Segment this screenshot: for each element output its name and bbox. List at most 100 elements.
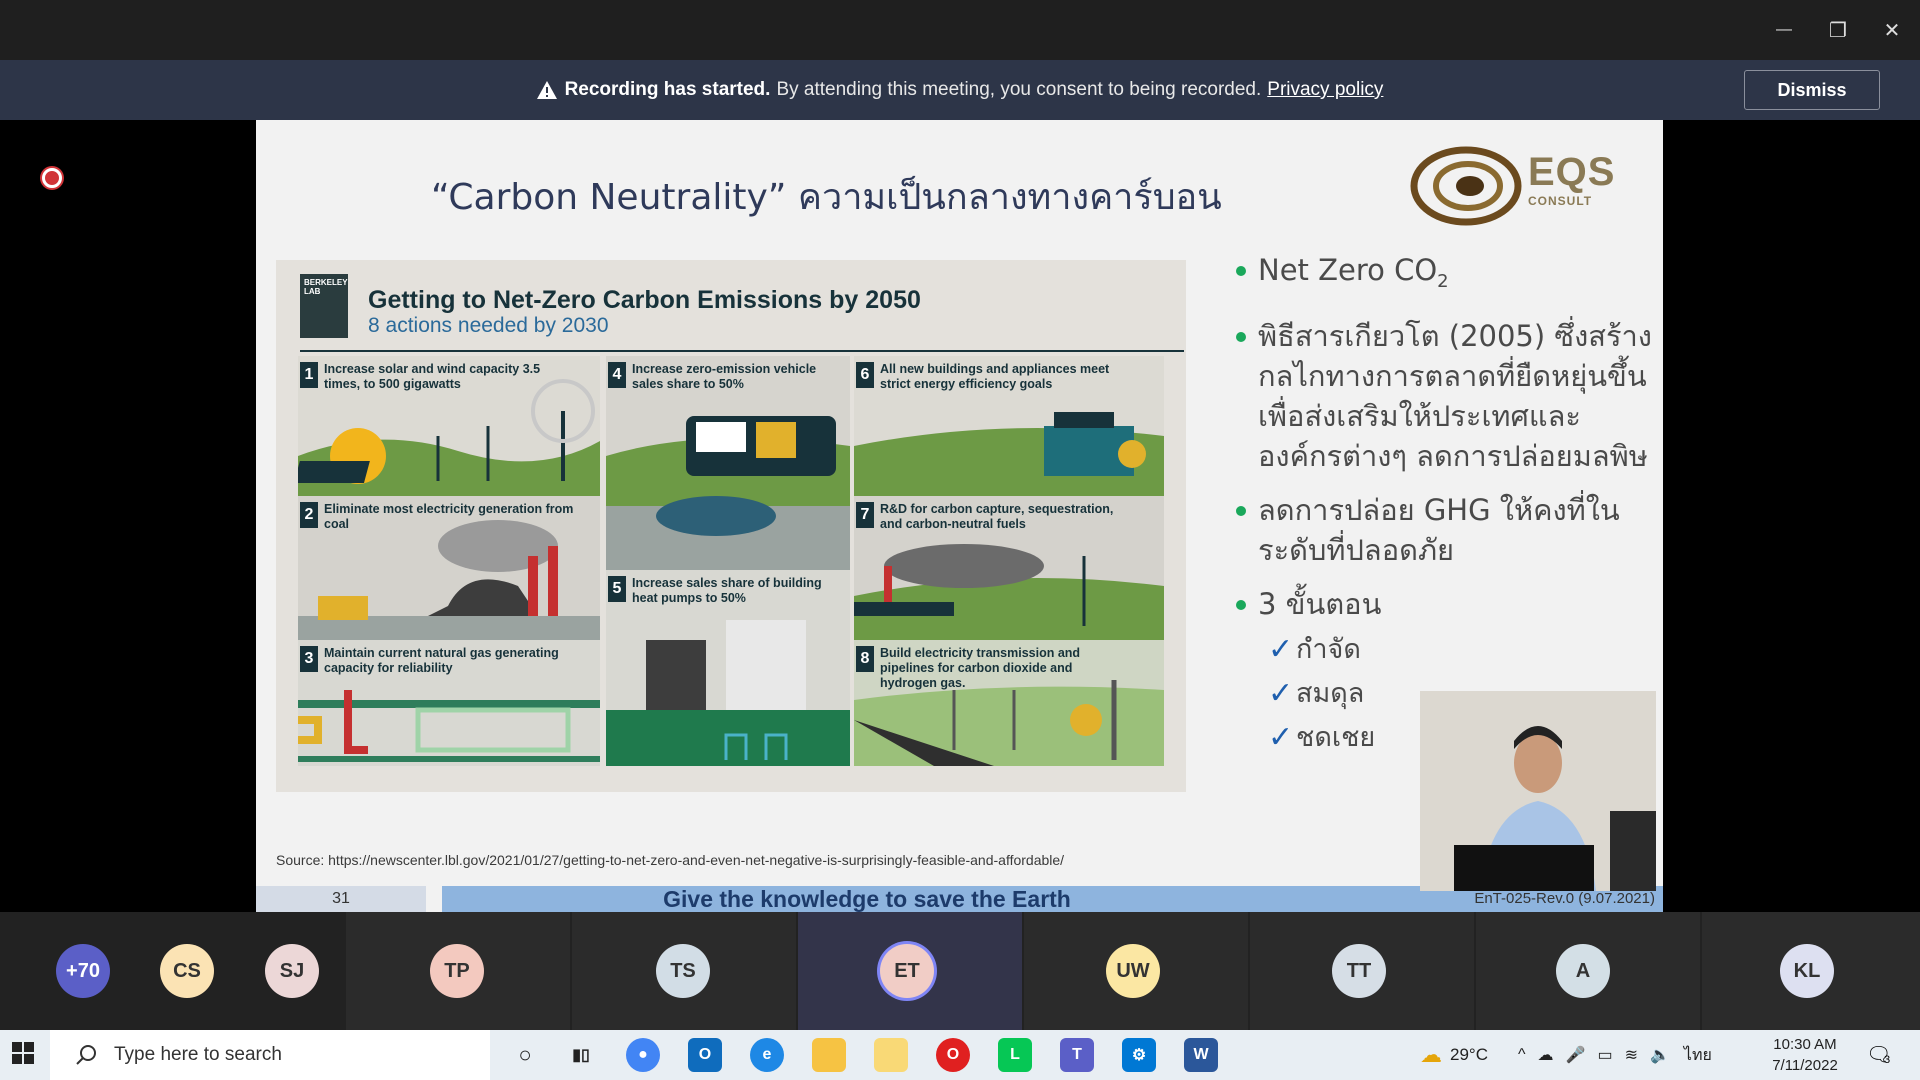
recording-message: By attending this meeting, you consent t… xyxy=(776,79,1262,100)
edge-icon[interactable]: e xyxy=(750,1038,784,1072)
warning-icon xyxy=(536,81,557,99)
action-number: 7 xyxy=(856,502,874,528)
search-placeholder: Type here to search xyxy=(114,1044,282,1065)
bullet-item: 3 ขั้นตอน xyxy=(1236,584,1656,624)
action-text: Maintain current natural gas generating … xyxy=(324,646,559,675)
weather-widget[interactable]: ☁ 29°C xyxy=(1420,1030,1488,1080)
avatar[interactable]: TP xyxy=(430,944,484,998)
berkeley-lab-badge: BERKELEY LAB xyxy=(300,274,348,338)
recording-banner: Recording has started. By attending this… xyxy=(0,60,1920,120)
line-app-icon[interactable]: L xyxy=(998,1038,1032,1072)
clock-time: 10:30 AM xyxy=(1773,1036,1837,1053)
window-titlebar: — ❐ ✕ xyxy=(0,0,1920,60)
bullet-item: Net Zero CO2 xyxy=(1236,250,1656,302)
wifi-icon[interactable]: ≋ xyxy=(1625,1045,1638,1065)
weather-temp: 29°C xyxy=(1450,1045,1488,1064)
chevron-up-icon[interactable]: ^ xyxy=(1518,1046,1526,1064)
avatar[interactable]: KL xyxy=(1780,944,1834,998)
action-number: 5 xyxy=(608,576,626,602)
restore-icon: ❐ xyxy=(1829,19,1847,42)
action-cell-7: 7 R&D for carbon capture, sequestration,… xyxy=(854,496,1164,640)
action-cell-5: 5 Increase sales share of building heat … xyxy=(606,570,850,766)
opera-icon[interactable]: O xyxy=(936,1038,970,1072)
logo-wordmark: EQS xyxy=(1528,150,1616,194)
avatar[interactable]: TT xyxy=(1332,944,1386,998)
action-text: Increase zero-emission vehicle sales sha… xyxy=(632,362,817,391)
bullet-item: พิธีสารเกียวโต (2005) ซึ่งสร้างกลไกทางกา… xyxy=(1236,316,1656,476)
volume-icon[interactable]: 🔈 xyxy=(1650,1045,1670,1065)
minimize-icon: — xyxy=(1776,21,1792,38)
slide-title: “Carbon Neutrality” ความเป็นกลางทางคาร์บ… xyxy=(431,177,1222,218)
action-text: R&D for carbon capture, sequestration, a… xyxy=(880,502,1114,531)
task-view-icon[interactable]: ▮▯ xyxy=(564,1038,598,1072)
windows-taskbar: Type here to search ○ ▮▯ ● O e O L T ⚙ W… xyxy=(0,1030,1920,1080)
avatar[interactable]: TS xyxy=(656,944,710,998)
action-text: Build electricity transmission and pipel… xyxy=(880,646,1081,690)
search-icon xyxy=(76,1045,96,1065)
outlook-icon[interactable]: O xyxy=(688,1038,722,1072)
infographic-title: Getting to Net-Zero Carbon Emissions by … xyxy=(368,286,921,314)
avatar[interactable]: SJ xyxy=(265,944,319,998)
divider xyxy=(300,350,1184,352)
teams-icon[interactable]: T xyxy=(1060,1038,1094,1072)
action-number: 3 xyxy=(300,646,318,672)
infographic-subtitle: 8 actions needed by 2030 xyxy=(368,314,609,337)
windows-logo-icon xyxy=(12,1042,34,1064)
avatar-speaking[interactable]: ET xyxy=(880,944,934,998)
app-icon[interactable]: ⚙ xyxy=(1122,1038,1156,1072)
logo-subtitle: CONSULT xyxy=(1528,194,1593,208)
slide-bullets: Net Zero CO2 พิธีสารเกียวโต (2005) ซึ่งส… xyxy=(1236,250,1656,760)
close-button[interactable]: ✕ xyxy=(1864,0,1920,60)
footer-slogan: Give the knowledge to save the Earth xyxy=(663,885,1071,912)
start-button[interactable] xyxy=(12,1042,38,1068)
minimize-button[interactable]: — xyxy=(1756,0,1812,60)
word-icon[interactable]: W xyxy=(1184,1038,1218,1072)
action-cell-8: 8 Build electricity transmission and pip… xyxy=(854,640,1164,766)
participants-bar: +70 CS SJ TP TS ET UW TT A KL xyxy=(0,912,1920,1030)
action-number: 4 xyxy=(608,362,626,388)
system-tray[interactable]: ^ ☁ 🎤 ▭ ≋ 🔈 ไทย xyxy=(1518,1030,1712,1080)
language-indicator[interactable]: ไทย xyxy=(1684,1043,1712,1068)
recording-indicator-icon xyxy=(42,168,62,188)
action-number: 6 xyxy=(856,362,874,388)
source-citation: Source: https://newscenter.lbl.gov/2021/… xyxy=(276,852,1065,868)
action-cell-4: 4 Increase zero-emission vehicle sales s… xyxy=(606,356,850,570)
action-number: 2 xyxy=(300,502,318,528)
taskbar-search[interactable]: Type here to search xyxy=(50,1030,490,1080)
action-cell-2: 2 Eliminate most electricity generation … xyxy=(298,496,600,640)
clock-date: 7/11/2022 xyxy=(1772,1057,1838,1074)
slide-page-number: 31 xyxy=(256,886,426,912)
action-number: 1 xyxy=(300,362,318,388)
speaker-video[interactable] xyxy=(1420,691,1656,891)
restore-button[interactable]: ❐ xyxy=(1810,0,1866,60)
bullet-item: ลดการปล่อย GHG ให้คงที่ในระดับที่ปลอดภัย xyxy=(1236,490,1656,570)
infographic: BERKELEY LAB Getting to Net-Zero Carbon … xyxy=(276,260,1186,792)
action-text: Increase sales share of building heat pu… xyxy=(632,576,822,605)
files-app-icon[interactable] xyxy=(874,1038,908,1072)
recording-title: Recording has started. xyxy=(564,79,771,100)
revision-label: EnT-025-Rev.0 (9.07.2021) xyxy=(1474,890,1655,907)
action-text: Eliminate most electricity generation fr… xyxy=(324,502,574,531)
speaker-video-feed xyxy=(1420,691,1656,891)
more-participants-avatar[interactable]: +70 xyxy=(56,944,110,998)
cortana-icon[interactable]: ○ xyxy=(508,1038,542,1072)
action-cell-6: 6 All new buildings and appliances meet … xyxy=(854,356,1164,496)
avatar[interactable]: CS xyxy=(160,944,214,998)
dismiss-button[interactable]: Dismiss xyxy=(1744,70,1880,110)
privacy-policy-link[interactable]: Privacy policy xyxy=(1267,79,1383,101)
close-icon: ✕ xyxy=(1883,19,1901,42)
avatar[interactable]: UW xyxy=(1106,944,1160,998)
action-number: 8 xyxy=(856,646,874,672)
chrome-icon[interactable]: ● xyxy=(626,1038,660,1072)
action-text: Increase solar and wind capacity 3.5 tim… xyxy=(324,362,541,391)
check-item: กำจัด xyxy=(1268,628,1656,672)
avatar[interactable]: A xyxy=(1556,944,1610,998)
clock[interactable]: 10:30 AM 7/11/2022 xyxy=(1760,1034,1850,1076)
battery-icon[interactable]: ▭ xyxy=(1597,1045,1612,1065)
microphone-icon[interactable]: 🎤 xyxy=(1566,1045,1586,1065)
notifications-button[interactable]: 🗨 3 xyxy=(1866,1042,1896,1070)
notification-count: 3 xyxy=(1884,1054,1891,1066)
weather-icon: ☁ xyxy=(1420,1042,1442,1067)
onedrive-icon[interactable]: ☁ xyxy=(1538,1045,1554,1065)
file-explorer-icon[interactable] xyxy=(812,1038,846,1072)
